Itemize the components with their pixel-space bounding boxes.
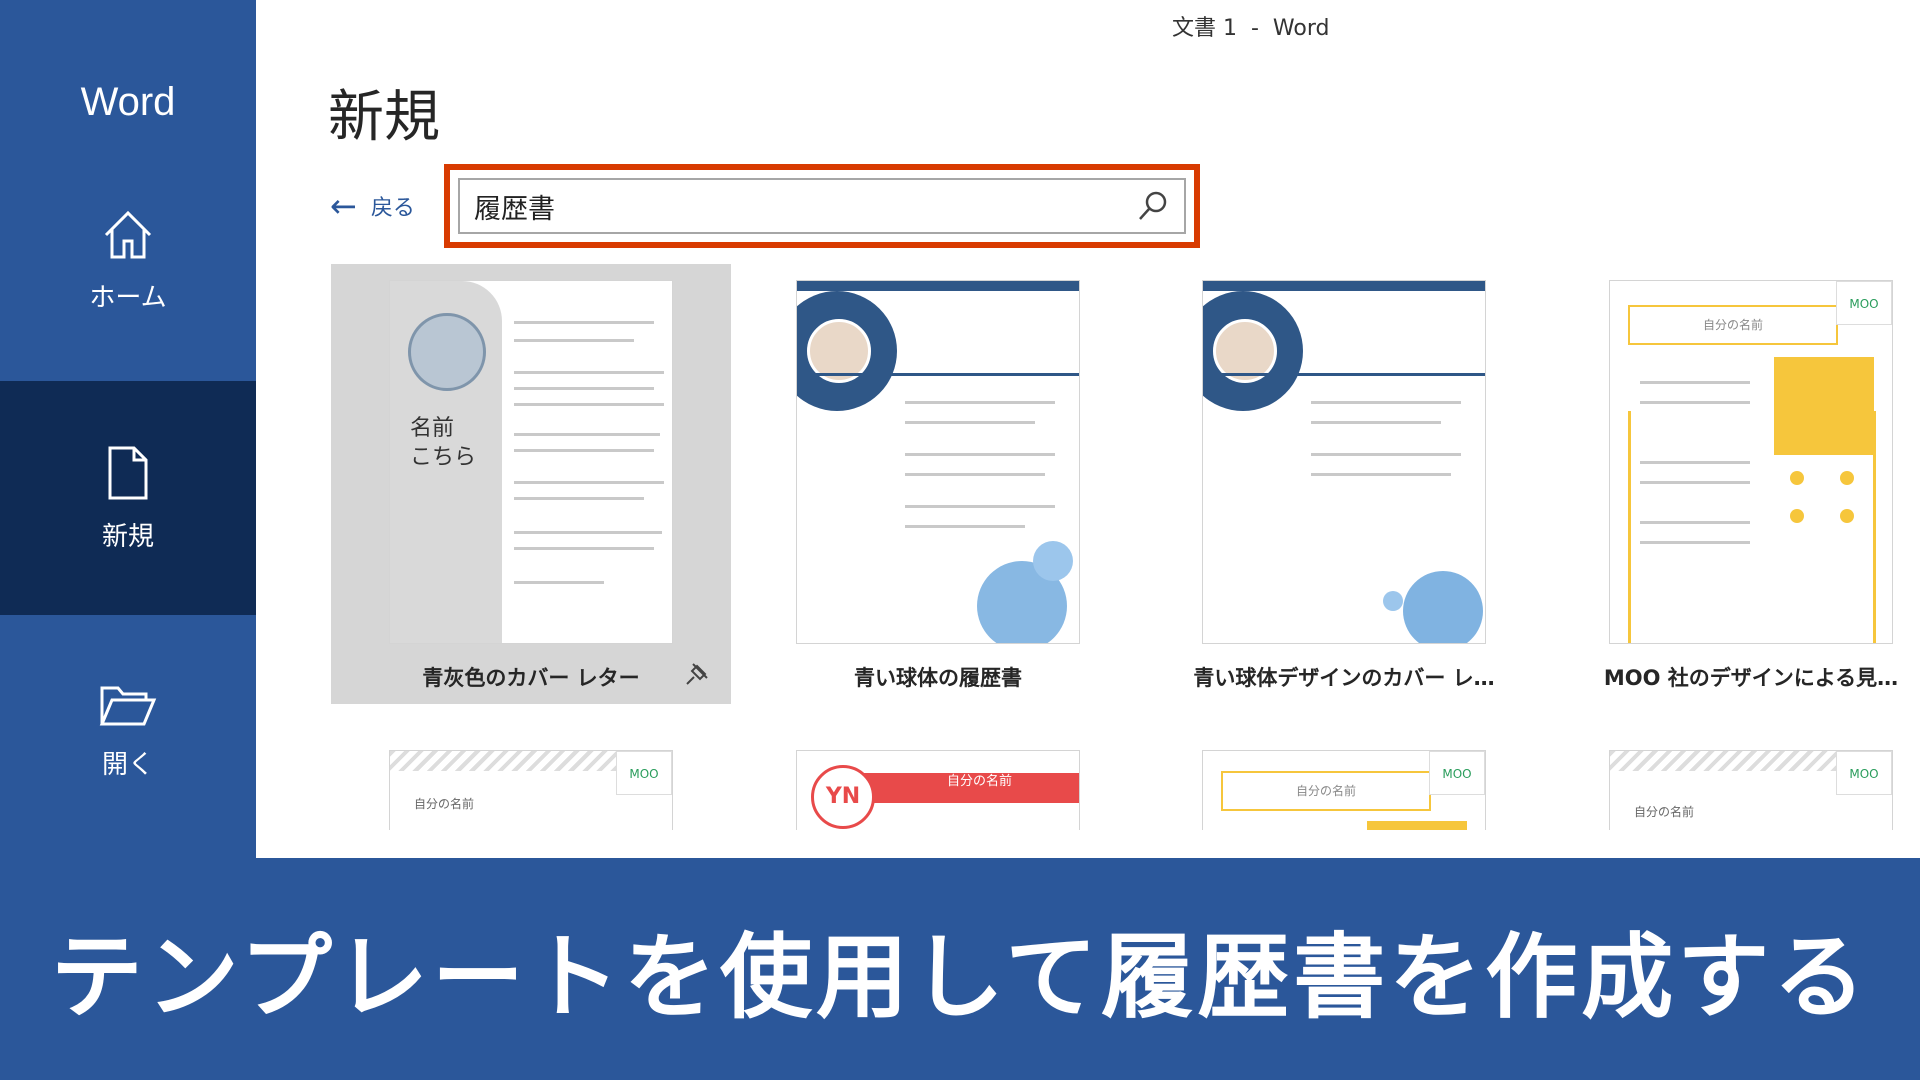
thumb-name: 自分の名前 xyxy=(1628,305,1838,345)
open-folder-icon xyxy=(99,686,157,725)
template-tile[interactable]: 自分の名前 MOO xyxy=(1144,720,1544,830)
page-title: 新規 xyxy=(328,85,440,150)
template-thumbnail: MOO 自分の名前 xyxy=(389,750,673,830)
search-icon[interactable] xyxy=(1136,189,1170,223)
sidebar-item-home[interactable]: ホーム xyxy=(0,150,256,370)
template-thumbnail xyxy=(1202,280,1486,644)
thumb-initials: YN xyxy=(811,765,875,829)
template-tile[interactable]: MOO 自分の名前 xyxy=(331,720,731,830)
sidebar-item-open[interactable]: 開く xyxy=(0,614,256,848)
back-arrow-icon: ← xyxy=(330,187,357,225)
search-input[interactable] xyxy=(474,190,1136,222)
window-title: 文書 1 - Word xyxy=(1172,16,1330,41)
back-label: 戻る xyxy=(370,196,415,221)
thumb-name: 自分の名前 xyxy=(414,797,475,811)
template-label: MOO 社のデザインによる見… xyxy=(1603,666,1899,690)
search-box[interactable] xyxy=(458,178,1186,234)
template-tile[interactable]: 自分の名前 YN xyxy=(738,720,1138,830)
sidebar-item-new[interactable]: 新規 xyxy=(0,381,256,615)
thumb-name: 自分の名前 xyxy=(1221,771,1431,811)
pin-icon[interactable] xyxy=(683,660,711,688)
template-tile[interactable]: 名前 こちら 青灰色のカバー レター xyxy=(331,264,731,704)
caption-text: テンプレートを使用して履歴書を作成する xyxy=(50,923,1870,1031)
thumb-name: 自分の名前 xyxy=(1634,805,1695,819)
app-name: Word xyxy=(80,80,176,124)
sidebar-item-label: 新規 xyxy=(101,521,154,552)
sidebar-item-label: 開く xyxy=(101,749,154,780)
thumb-name: 名前 xyxy=(410,416,455,441)
template-tile[interactable]: MOO 自分の名前 xyxy=(1551,720,1920,830)
home-icon xyxy=(104,210,152,258)
template-tile[interactable]: 青い球体の履歴書 xyxy=(738,264,1138,704)
template-label: 青い球体デザインのカバー レ… xyxy=(1193,666,1495,690)
back-button[interactable]: ← 戻る xyxy=(330,190,415,222)
sidebar: Word ホーム 新規 開く xyxy=(0,0,256,858)
new-document-icon xyxy=(108,446,148,499)
template-thumbnail: MOO 自分の名前 xyxy=(1609,750,1893,830)
caption-banner: テンプレートを使用して履歴書を作成する xyxy=(0,858,1920,1080)
moo-logo: MOO xyxy=(1836,281,1892,325)
template-thumbnail: 自分の名前 MOO xyxy=(1202,750,1486,830)
thumb-name: 自分の名前 xyxy=(947,774,1013,789)
template-thumbnail: 名前 こちら xyxy=(389,280,673,644)
moo-logo: MOO xyxy=(1836,751,1892,795)
thumb-sub: こちら xyxy=(410,444,477,470)
moo-logo: MOO xyxy=(1429,751,1485,795)
sidebar-item-label: ホーム xyxy=(89,282,167,313)
template-thumbnail: 自分の名前 YN xyxy=(796,750,1080,830)
template-thumbnail: 自分の名前 MOO xyxy=(1609,280,1893,644)
template-tile[interactable]: 青い球体デザインのカバー レ… xyxy=(1144,264,1544,704)
template-label: 青い球体の履歴書 xyxy=(854,666,1022,690)
moo-logo: MOO xyxy=(616,751,672,795)
template-label: 青灰色のカバー レター xyxy=(422,666,640,690)
search-highlight-frame xyxy=(444,164,1200,248)
template-tile[interactable]: 自分の名前 MOO MOO 社のデザインによる見… xyxy=(1551,264,1920,704)
template-thumbnail xyxy=(796,280,1080,644)
